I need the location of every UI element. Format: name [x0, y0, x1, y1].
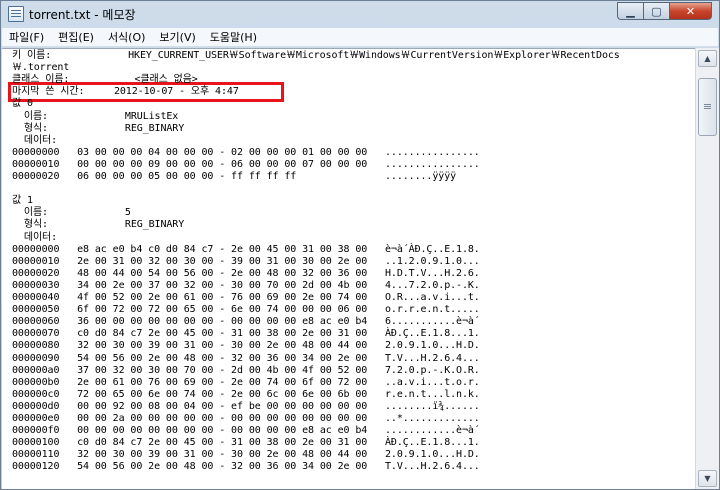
text-line: 000000c0 72 00 65 00 6e 00 74 00 - 2e 00… — [12, 388, 480, 400]
text-line: 000000e0 00 00 2a 00 00 00 00 00 - 00 00… — [12, 413, 480, 424]
scroll-down-button[interactable]: ▼ — [698, 470, 717, 487]
text-line: 000000b0 2e 00 61 00 76 00 69 00 - 2e 00… — [12, 376, 480, 388]
text-line: 00000020 48 00 44 00 54 00 56 00 - 2e 00… — [12, 267, 480, 279]
text-line: 000000f0 00 00 00 00 00 00 00 00 - 00 00… — [12, 425, 480, 437]
scroll-up-button[interactable]: ▲ — [698, 50, 717, 67]
text-line: 데이터: — [12, 231, 58, 243]
window-title: torrent.txt - 메모장 — [29, 8, 136, 22]
text-line: 000000a0 37 00 32 00 30 00 70 00 - 2d 00… — [12, 364, 480, 376]
text-line: 00000090 54 00 56 00 2e 00 48 00 - 32 00… — [12, 352, 480, 364]
text-line: 00000100 c0 d0 84 c7 2e 00 45 00 - 31 00… — [12, 437, 480, 449]
arrow-down-icon: ▼ — [704, 474, 711, 483]
text-line: 00000060 36 00 00 00 00 00 00 00 - 00 00… — [12, 316, 480, 328]
text-line: 00000110 32 00 30 00 39 00 31 00 - 30 00… — [12, 449, 480, 461]
close-icon: ✕ — [685, 4, 696, 18]
text-line: 00000000 03 00 00 00 04 00 00 00 - 02 00… — [12, 146, 480, 158]
menu-help[interactable]: 도움말(H) — [203, 28, 264, 47]
text-line: 형식: REG_BINARY — [12, 122, 185, 134]
text-line: 00000080 32 00 30 00 39 00 31 00 - 30 00… — [12, 340, 480, 352]
text-line: 00000040 4f 00 52 00 2e 00 61 00 - 76 00… — [12, 292, 480, 303]
text-line: 키 이름: HKEY_CURRENT_USER￦Software￦Microso… — [12, 50, 620, 61]
text-line: 값 0 — [12, 98, 33, 110]
caption-buttons: ▁ ▢ ✕ — [617, 2, 712, 20]
text-line: 00000010 00 00 00 00 09 00 00 00 - 06 00… — [12, 158, 480, 170]
notepad-icon — [8, 6, 24, 22]
text-line: 값 1 — [12, 195, 33, 207]
text-line: 클래스 이름: <클래스 없음> — [12, 74, 198, 86]
text-line: 마지막 쓴 시간: 2012-10-07 - 오후 4:47 — [12, 86, 239, 98]
text-line: 000000d0 00 00 92 00 08 00 04 00 - ef be… — [12, 400, 480, 412]
text-line: 데이터: — [12, 134, 58, 146]
menu-bar: 파일(F) 편집(E) 서식(O) 보기(V) 도움말(H) — [2, 28, 718, 47]
text-line: 이름: 5 — [12, 207, 131, 219]
text-line: 00000050 6f 00 72 00 72 00 65 00 - 6e 00… — [12, 304, 480, 316]
minimize-icon: ▁ — [626, 4, 635, 18]
menu-format[interactable]: 서식(O) — [101, 28, 152, 47]
text-line: 이름: MRUListEx — [12, 110, 179, 122]
title-bar[interactable]: torrent.txt - 메모장 ▁ ▢ ✕ — [1, 1, 719, 27]
text-editor-area[interactable]: 키 이름: HKEY_CURRENT_USER￦Software￦Microso… — [2, 48, 695, 489]
menu-file[interactable]: 파일(F) — [2, 28, 51, 47]
text-line: 00000000 e8 ac e0 b4 c0 d0 84 c7 - 2e 00… — [12, 243, 480, 255]
scroll-thumb[interactable] — [698, 78, 717, 136]
text-line: ￦.torrent — [12, 62, 70, 74]
maximize-button[interactable]: ▢ — [643, 2, 669, 20]
vertical-scrollbar[interactable]: ▲ ▼ — [695, 48, 719, 489]
text-line: 00000010 2e 00 31 00 32 00 30 00 - 39 00… — [12, 255, 480, 267]
arrow-up-icon: ▲ — [704, 54, 711, 63]
text-line: 00000030 34 00 2e 00 37 00 32 00 - 30 00… — [12, 279, 480, 291]
notepad-window: torrent.txt - 메모장 ▁ ▢ ✕ 파일(F) 편집(E) 서식(O… — [0, 0, 720, 490]
menu-view[interactable]: 보기(V) — [152, 28, 202, 47]
text-line: 00000120 54 00 56 00 2e 00 48 00 - 32 00… — [12, 461, 480, 473]
text-line: 00000070 c0 d0 84 c7 2e 00 45 00 - 31 00… — [12, 328, 480, 340]
menu-edit[interactable]: 편집(E) — [51, 28, 101, 47]
close-button[interactable]: ✕ — [669, 2, 712, 20]
maximize-icon: ▢ — [651, 4, 662, 18]
text-line: 형식: REG_BINARY — [12, 219, 185, 231]
text-line: 00000020 06 00 00 00 05 00 00 00 - ff ff… — [12, 171, 457, 182]
minimize-button[interactable]: ▁ — [617, 2, 643, 20]
